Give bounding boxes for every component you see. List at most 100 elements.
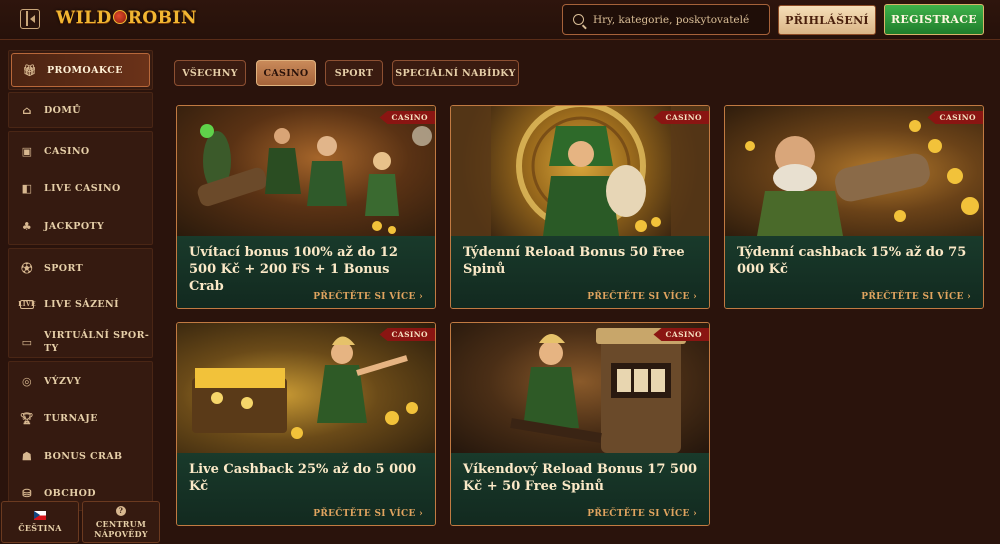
sidebar-item-live-sazeni[interactable]: LIVE LIVE SÁZENÍ: [9, 287, 154, 321]
filter-specialni-nabidky[interactable]: SPECIÁLNÍ NABÍDKY: [392, 60, 519, 86]
sidebar-item-label: SPORT: [44, 262, 84, 274]
read-more-link[interactable]: PŘEČTĚTE SI VÍCE ›: [313, 509, 423, 519]
language-button[interactable]: ČEŠTINA: [1, 501, 79, 543]
sidebar-item-label: PROMOAKCE: [47, 64, 123, 76]
language-label: ČEŠTINA: [18, 523, 62, 533]
sidebar-item-promoakce[interactable]: 🎁︎ PROMOAKCE: [11, 53, 150, 87]
read-more-label: PŘEČTĚTE SI VÍCE: [313, 509, 416, 519]
sidebar-item-jackpoty[interactable]: ♣ JACKPOTY: [9, 209, 154, 243]
filter-sport[interactable]: SPORT: [325, 60, 383, 86]
category-tag: CASINO: [653, 328, 709, 341]
chevron-right-icon: ›: [693, 292, 697, 302]
promo-card-body: Týdenní cashback 15% až do 75 000 Kč PŘE…: [725, 236, 983, 308]
category-tag: CASINO: [379, 328, 435, 341]
gift-icon: 🎁︎: [22, 63, 38, 77]
sidebar-group-home: ⌂ DOMŮ: [8, 92, 153, 128]
promo-card[interactable]: CASINO Týdenní cashback 15% až do 75 000…: [724, 105, 984, 309]
sidebar-item-label: VÝZVY: [44, 375, 82, 387]
search-input[interactable]: [593, 13, 763, 26]
promo-card-body: Uvítací bonus 100% až do 12 500 Kč + 200…: [177, 236, 435, 308]
promo-card-title: Uvítací bonus 100% až do 12 500 Kč + 200…: [189, 245, 398, 294]
sidebar-item-label-line2: TY: [44, 343, 59, 354]
help-center-button[interactable]: ? CENTRUM NÁPOVĚDY: [82, 501, 160, 543]
sidebar-group-extras: ◎ VÝZVY 🏆︎ TURNAJE ☗ BONUS CRAB ⛁ OBCHOD: [8, 361, 153, 511]
promo-card-image: CASINO: [177, 323, 435, 453]
read-more-label: PŘEČTĚTE SI VÍCE: [587, 292, 690, 302]
promo-card[interactable]: CASINO Live Cashback 25% až do 5 000 Kč …: [176, 322, 436, 526]
logo-emblem-icon: [112, 10, 127, 24]
promo-card[interactable]: CASINO Týdenní Reload Bonus 50 Free Spin…: [450, 105, 710, 309]
help-icon: ?: [116, 505, 126, 516]
crab-icon: ☗: [21, 449, 33, 463]
top-header: WILDROBIN PŘIHLÁŠENÍ REGISTRACE: [0, 0, 1000, 40]
filter-casino[interactable]: CASINO: [256, 60, 316, 86]
sidebar-group-casino: ▣ CASINO ◧ LIVE CASINO ♣ JACKPOTY: [8, 131, 153, 245]
sidebar-item-domu[interactable]: ⌂ DOMŮ: [9, 93, 154, 127]
chevron-right-icon: ›: [419, 509, 423, 519]
clover-icon: ♣: [21, 219, 33, 233]
virtual-icon: ▭: [21, 335, 33, 349]
promo-card-body: Týdenní Reload Bonus 50 Free Spinů PŘEČT…: [451, 236, 709, 308]
logo[interactable]: WILD ROBIN: [56, 8, 197, 32]
trophy-icon: 🏆︎: [19, 411, 35, 425]
read-more-link[interactable]: PŘEČTĚTE SI VÍCE ›: [313, 292, 423, 302]
sidebar-item-label: LIVE SÁZENÍ: [44, 298, 119, 310]
category-tag: CASINO: [379, 111, 435, 124]
read-more-label: PŘEČTĚTE SI VÍCE: [861, 292, 964, 302]
dealer-icon: ◧: [21, 181, 33, 195]
login-button[interactable]: PŘIHLÁŠENÍ: [778, 5, 876, 35]
promo-card[interactable]: CASINO Uvítací bonus 100% až do 12 500 K…: [176, 105, 436, 309]
filter-vsechny[interactable]: VŠECHNY: [174, 60, 246, 86]
target-icon: ◎: [22, 374, 32, 388]
sidebar-item-label: DOMŮ: [44, 104, 81, 116]
home-icon: ⌂: [22, 103, 32, 117]
promo-card-image: CASINO: [451, 323, 709, 453]
read-more-link[interactable]: PŘEČTĚTE SI VÍCE ›: [861, 292, 971, 302]
sidebar-item-live-casino[interactable]: ◧ LIVE CASINO: [9, 171, 154, 205]
promo-card-body: Víkendový Reload Bonus 17 500 Kč + 50 Fr…: [451, 453, 709, 525]
search-icon: [573, 14, 584, 25]
sidebar-item-sport[interactable]: ⚽︎ SPORT: [9, 251, 154, 285]
sidebar-item-vyzvy[interactable]: ◎ VÝZVY: [9, 364, 154, 398]
read-more-label: PŘEČTĚTE SI VÍCE: [313, 292, 416, 302]
promo-card[interactable]: CASINO Víkendový Reload Bonus 17 500 Kč …: [450, 322, 710, 526]
chevron-right-icon: ›: [967, 292, 971, 302]
search-box[interactable]: [562, 4, 770, 35]
sidebar-toggle-icon[interactable]: [20, 9, 40, 29]
promo-card-title: Týdenní Reload Bonus 50 Free Spinů: [463, 245, 685, 277]
sidebar-item-label: CASINO: [44, 145, 90, 157]
promo-card-image: CASINO: [725, 106, 983, 236]
sidebar-item-casino[interactable]: ▣ CASINO: [9, 134, 154, 168]
sidebar-item-virtualni-sporty[interactable]: ▭ VIRTUÁLNÍ SPOR- TY: [9, 325, 154, 359]
read-more-link[interactable]: PŘEČTĚTE SI VÍCE ›: [587, 509, 697, 519]
ball-icon: ⚽︎: [21, 262, 33, 275]
sidebar-item-label: BONUS CRAB: [44, 450, 123, 462]
sidebar-group-sport: ⚽︎ SPORT LIVE LIVE SÁZENÍ ▭ VIRTUÁLNÍ SP…: [8, 248, 153, 358]
sidebar-item-label: VIRTUÁLNÍ SPOR- TY: [44, 329, 149, 355]
category-tag: CASINO: [927, 111, 983, 124]
sidebar-group-promo: 🎁︎ PROMOAKCE: [8, 50, 153, 90]
bag-icon: ⛁: [22, 486, 32, 500]
promo-card-title: Live Cashback 25% až do 5 000 Kč: [189, 462, 417, 494]
read-more-label: PŘEČTĚTE SI VÍCE: [587, 509, 690, 519]
read-more-link[interactable]: PŘEČTĚTE SI VÍCE ›: [587, 292, 697, 302]
register-button[interactable]: REGISTRACE: [884, 4, 984, 35]
sidebar-item-bonus-crab[interactable]: ☗ BONUS CRAB: [9, 439, 154, 473]
chevron-right-icon: ›: [419, 292, 423, 302]
sidebar: 🎁︎ PROMOAKCE ⌂ DOMŮ ▣ CASINO ◧ LIVE CASI…: [0, 44, 162, 544]
promo-card-title: Víkendový Reload Bonus 17 500 Kč + 50 Fr…: [463, 462, 698, 494]
czech-flag-icon: [34, 511, 46, 520]
slot-machine-icon: ▣: [21, 144, 33, 158]
sidebar-item-label-line1: VIRTUÁLNÍ SPOR-: [44, 330, 150, 341]
sidebar-item-label: LIVE CASINO: [44, 182, 121, 194]
promo-card-body: Live Cashback 25% až do 5 000 Kč PŘEČTĚT…: [177, 453, 435, 525]
promo-card-title: Týdenní cashback 15% až do 75 000 Kč: [737, 245, 967, 277]
promo-card-image: CASINO: [451, 106, 709, 236]
category-tag: CASINO: [653, 111, 709, 124]
promo-card-image: CASINO: [177, 106, 435, 236]
live-badge-icon: LIVE: [18, 299, 36, 309]
sidebar-item-label: JACKPOTY: [44, 220, 105, 232]
help-label-line1: CENTRUM: [95, 518, 147, 529]
sidebar-item-turnaje[interactable]: 🏆︎ TURNAJE: [9, 401, 154, 435]
help-label-line2: NÁPOVĚDY: [94, 528, 148, 539]
